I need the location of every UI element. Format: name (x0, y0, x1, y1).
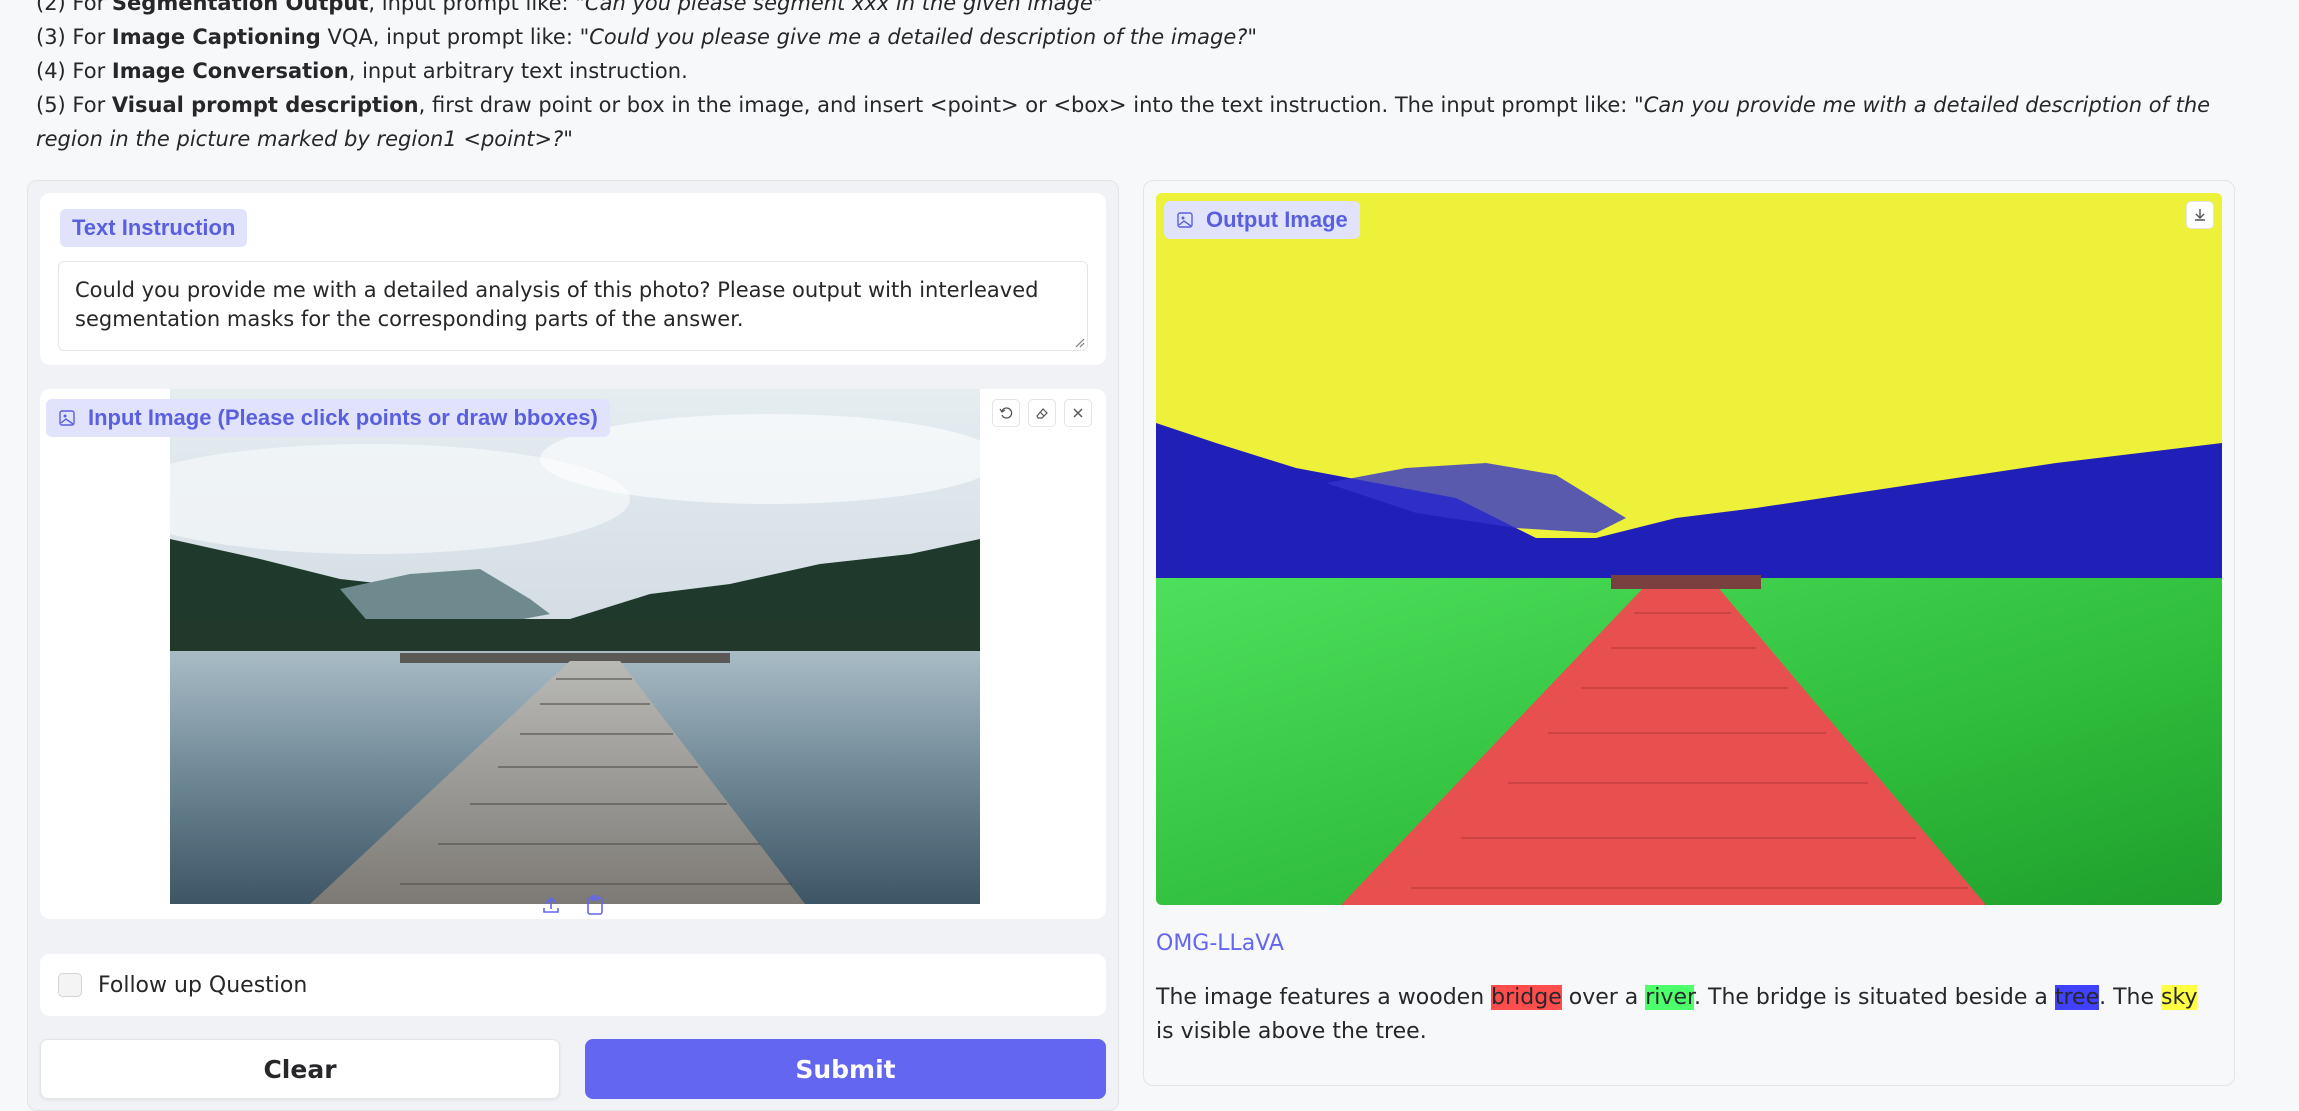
instruction-line: (4) For Image Conversation, input arbitr… (36, 59, 688, 83)
image-icon (1177, 212, 1193, 228)
resize-grip-icon[interactable] (1073, 336, 1085, 348)
output-image-label: Output Image (1164, 201, 1360, 239)
download-icon (2195, 209, 2205, 221)
image-source-toolbar (540, 894, 606, 916)
input-image-label: Input Image (Please click points or draw… (46, 399, 610, 437)
highlight-sky: sky (2161, 985, 2198, 1010)
model-name: OMG-LLaVA (1156, 931, 1284, 956)
text-instruction-block: Text Instruction Could you provide me wi… (40, 193, 1106, 365)
output-image-block: Output Image (1156, 193, 2222, 905)
image-icon (59, 410, 75, 426)
submit-button[interactable]: Submit (585, 1039, 1106, 1099)
input-photo[interactable] (170, 389, 980, 904)
input-panel: Text Instruction Could you provide me wi… (27, 180, 1119, 1111)
instruction-line: (2) For Segmentation Output, input promp… (36, 0, 1103, 15)
follow-up-row: Follow up Question (40, 954, 1106, 1016)
clear-image-button[interactable] (1064, 399, 1092, 427)
highlight-bridge: bridge (1491, 985, 1562, 1010)
upload-icon[interactable] (540, 894, 562, 916)
output-panel: Output Image OMG-LLaVA The image feature… (1143, 180, 2235, 1086)
instructions: (2) For Segmentation Output, input promp… (28, 0, 2268, 156)
follow-up-checkbox[interactable] (58, 973, 82, 997)
instruction-line: (3) For Image Captioning VQA, input prom… (36, 25, 1258, 49)
eraser-icon (1036, 408, 1048, 419)
download-button[interactable] (2186, 201, 2214, 229)
segmentation-output-image (1156, 193, 2222, 905)
image-toolbar (992, 399, 1092, 427)
highlight-tree: tree (2054, 985, 2100, 1010)
follow-up-label: Follow up Question (98, 972, 308, 998)
highlight-river: river (1645, 985, 1695, 1010)
answer-text: The image features a wooden bridge over … (1156, 985, 2198, 1044)
text-instruction-label: Text Instruction (60, 209, 248, 247)
instruction-line: (5) For Visual prompt description, first… (36, 93, 2211, 151)
undo-button[interactable] (992, 399, 1020, 427)
close-icon (1073, 408, 1083, 418)
undo-icon (999, 407, 1013, 419)
input-image-block: Input Image (Please click points or draw… (40, 389, 1106, 919)
clipboard-icon[interactable] (584, 894, 606, 916)
clear-button[interactable]: Clear (40, 1039, 560, 1099)
text-instruction-input[interactable]: Could you provide me with a detailed ana… (58, 261, 1088, 351)
eraser-button[interactable] (1028, 399, 1056, 427)
